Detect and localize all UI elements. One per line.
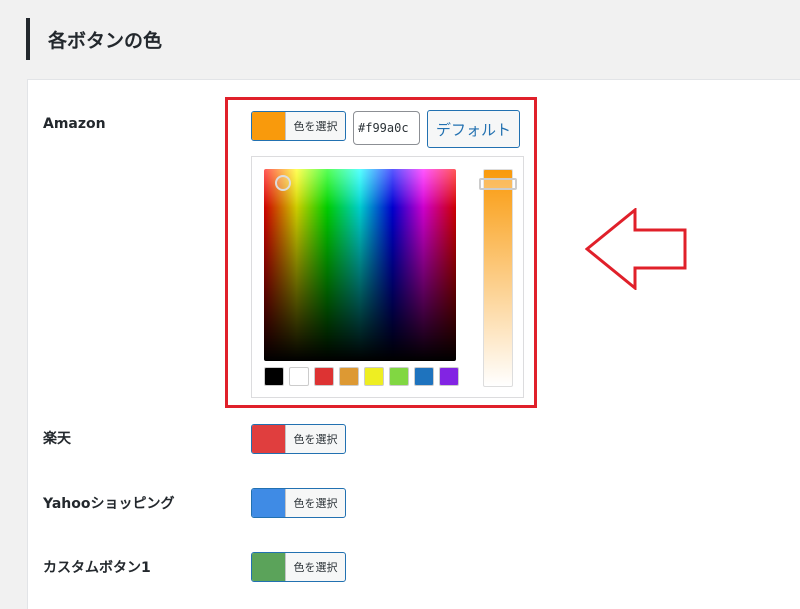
highlight-box [225, 97, 537, 408]
section-title: 各ボタンの色 [26, 18, 162, 60]
row-label-amazon: Amazon [43, 116, 106, 132]
custom-button-1-color-swatch [252, 553, 286, 581]
row-label-yahoo: Yahooショッピング [43, 496, 175, 512]
rakuten-color-swatch [252, 425, 286, 453]
section-title-text: 各ボタンの色 [48, 29, 163, 52]
row-label-custom-button-1: カスタムボタン1 [43, 560, 151, 576]
yahoo-color-swatch [252, 489, 286, 517]
left-arrow-icon [585, 208, 687, 290]
yahoo-color-select-label: 色を選択 [293, 497, 338, 510]
custom-button-1-color-select-button[interactable]: 色を選択 [251, 552, 346, 582]
yahoo-color-select-button[interactable]: 色を選択 [251, 488, 346, 518]
rakuten-color-select-button[interactable]: 色を選択 [251, 424, 346, 454]
rakuten-color-select-label: 色を選択 [293, 433, 338, 446]
custom-button-1-color-select-label: 色を選択 [293, 561, 338, 574]
row-label-rakuten: 楽天 [43, 431, 71, 447]
